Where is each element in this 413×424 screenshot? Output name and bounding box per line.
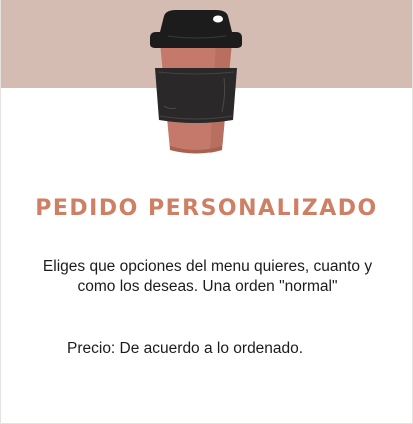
card-price: Precio: De acuerdo a lo ordenado. (67, 340, 304, 357)
card-title: PEDIDO PERSONALIZADO (35, 196, 378, 221)
coffee-cup-icon (150, 10, 242, 154)
card-description: Eliges que opciones del menu quieres, cu… (42, 258, 373, 295)
product-card: PEDIDO PERSONALIZADO Eliges que opciones… (0, 0, 413, 424)
